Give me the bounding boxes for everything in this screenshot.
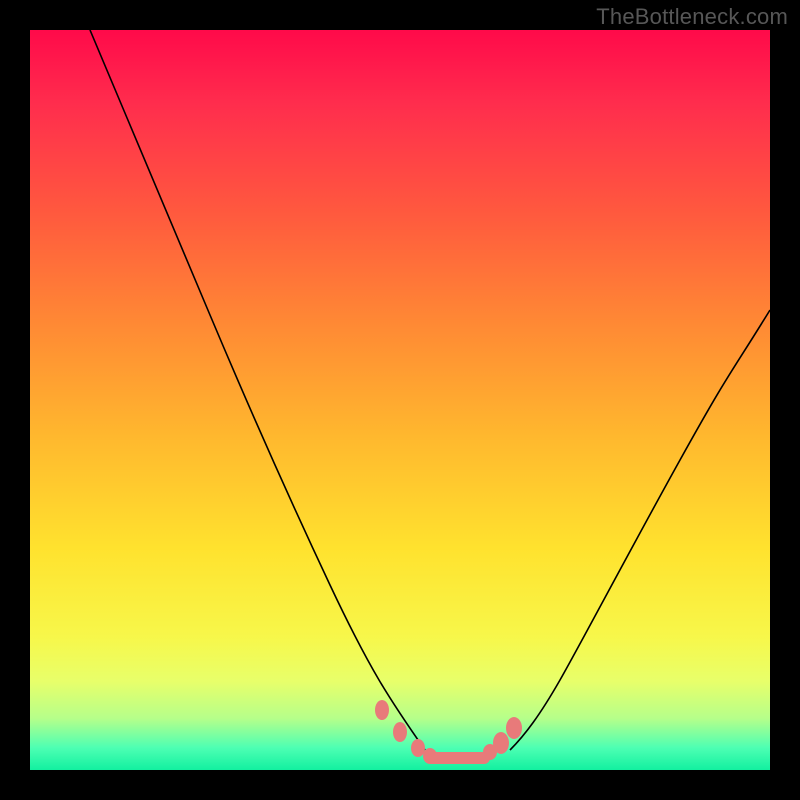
bead-3 — [411, 739, 425, 757]
bead-1 — [375, 700, 389, 720]
watermark-text: TheBottleneck.com — [596, 4, 788, 30]
bead-4 — [423, 748, 437, 764]
bead-7 — [506, 717, 522, 739]
bead-6 — [493, 732, 509, 754]
curve-layer — [30, 30, 770, 770]
chart-frame: TheBottleneck.com — [0, 0, 800, 800]
bead-2 — [393, 722, 407, 742]
left-branch-path — [90, 30, 425, 750]
plot-area — [30, 30, 770, 770]
right-branch-path — [510, 310, 770, 750]
